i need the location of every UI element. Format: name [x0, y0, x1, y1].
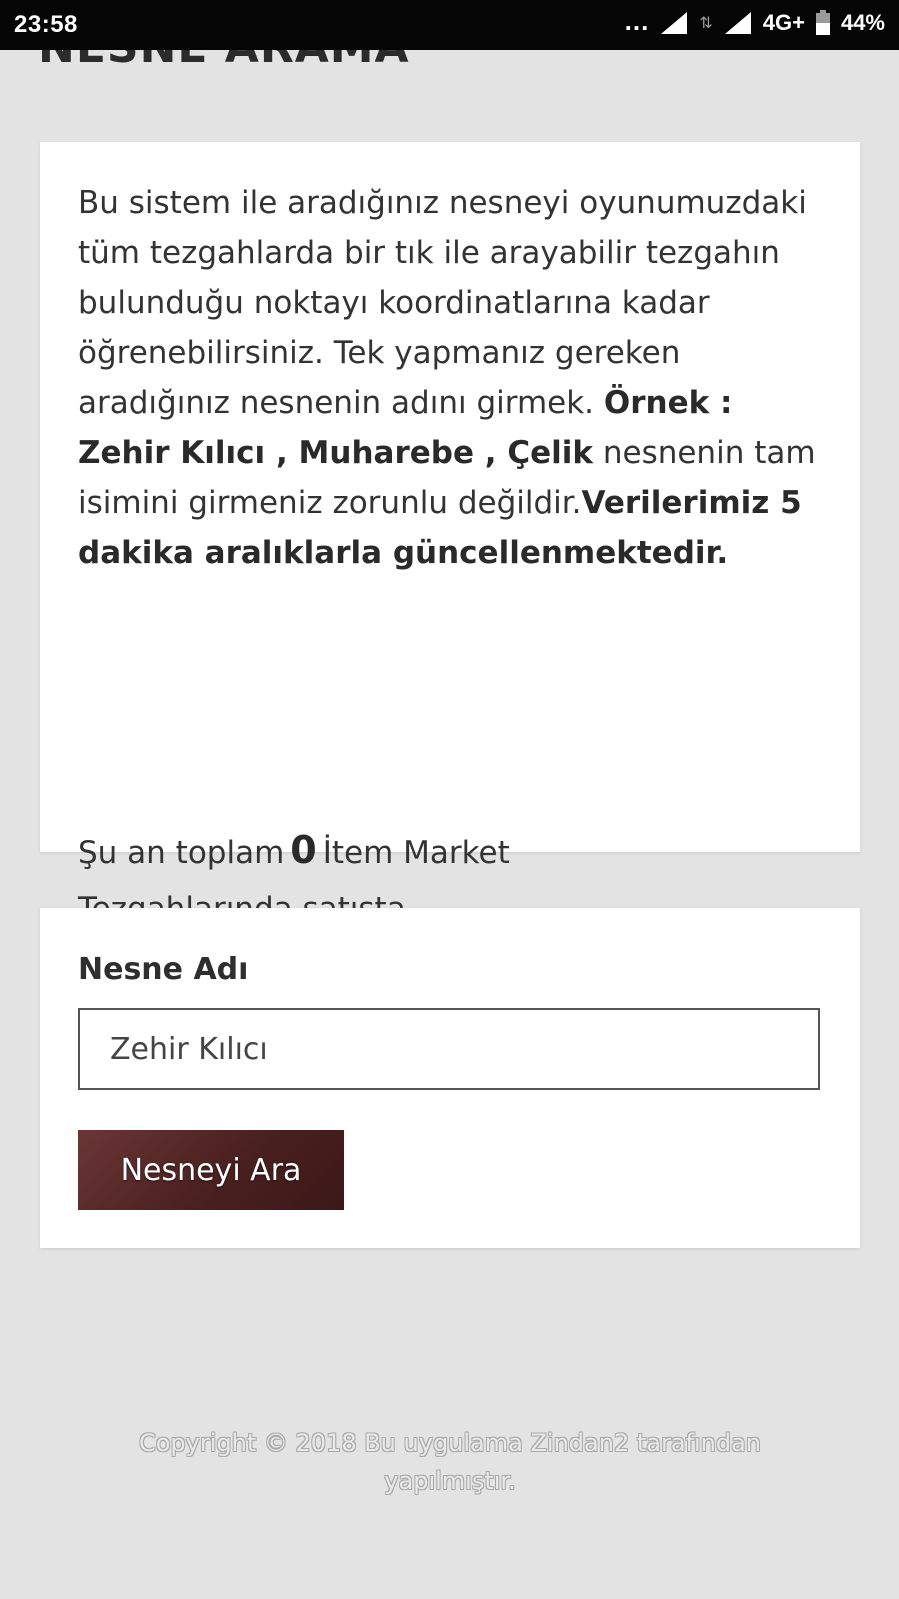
search-form-card: Nesne Adı Nesneyi Ara	[40, 908, 860, 1248]
info-description: Bu sistem ile aradığınız nesneyi oyunumu…	[78, 178, 828, 578]
status-bar: 23:58 ... ⇅ 4G+ 44%	[0, 0, 899, 50]
more-dots-icon: ...	[624, 6, 650, 36]
status-time: 23:58	[14, 11, 78, 38]
item-count: 0	[290, 828, 317, 872]
item-name-label: Nesne Adı	[78, 952, 249, 987]
item-name-input[interactable]	[78, 1008, 820, 1090]
count-prefix: Şu an toplam	[78, 835, 285, 871]
battery-percent: 44%	[840, 10, 885, 35]
footer-copyright: Copyright © 2018 Bu uygulama Zindan2 tar…	[138, 1429, 762, 1495]
signal-icon	[724, 12, 751, 34]
info-card: Bu sistem ile aradığınız nesneyi oyunumu…	[40, 142, 860, 927]
signal-icon	[661, 12, 688, 34]
search-item-button[interactable]: Nesneyi Ara	[78, 1130, 344, 1210]
status-indicators: ... ⇅ 4G+ 44%	[624, 6, 885, 36]
transfer-icon: ⇅	[699, 15, 713, 32]
network-type: 4G+	[762, 10, 805, 35]
battery-icon	[815, 10, 830, 35]
